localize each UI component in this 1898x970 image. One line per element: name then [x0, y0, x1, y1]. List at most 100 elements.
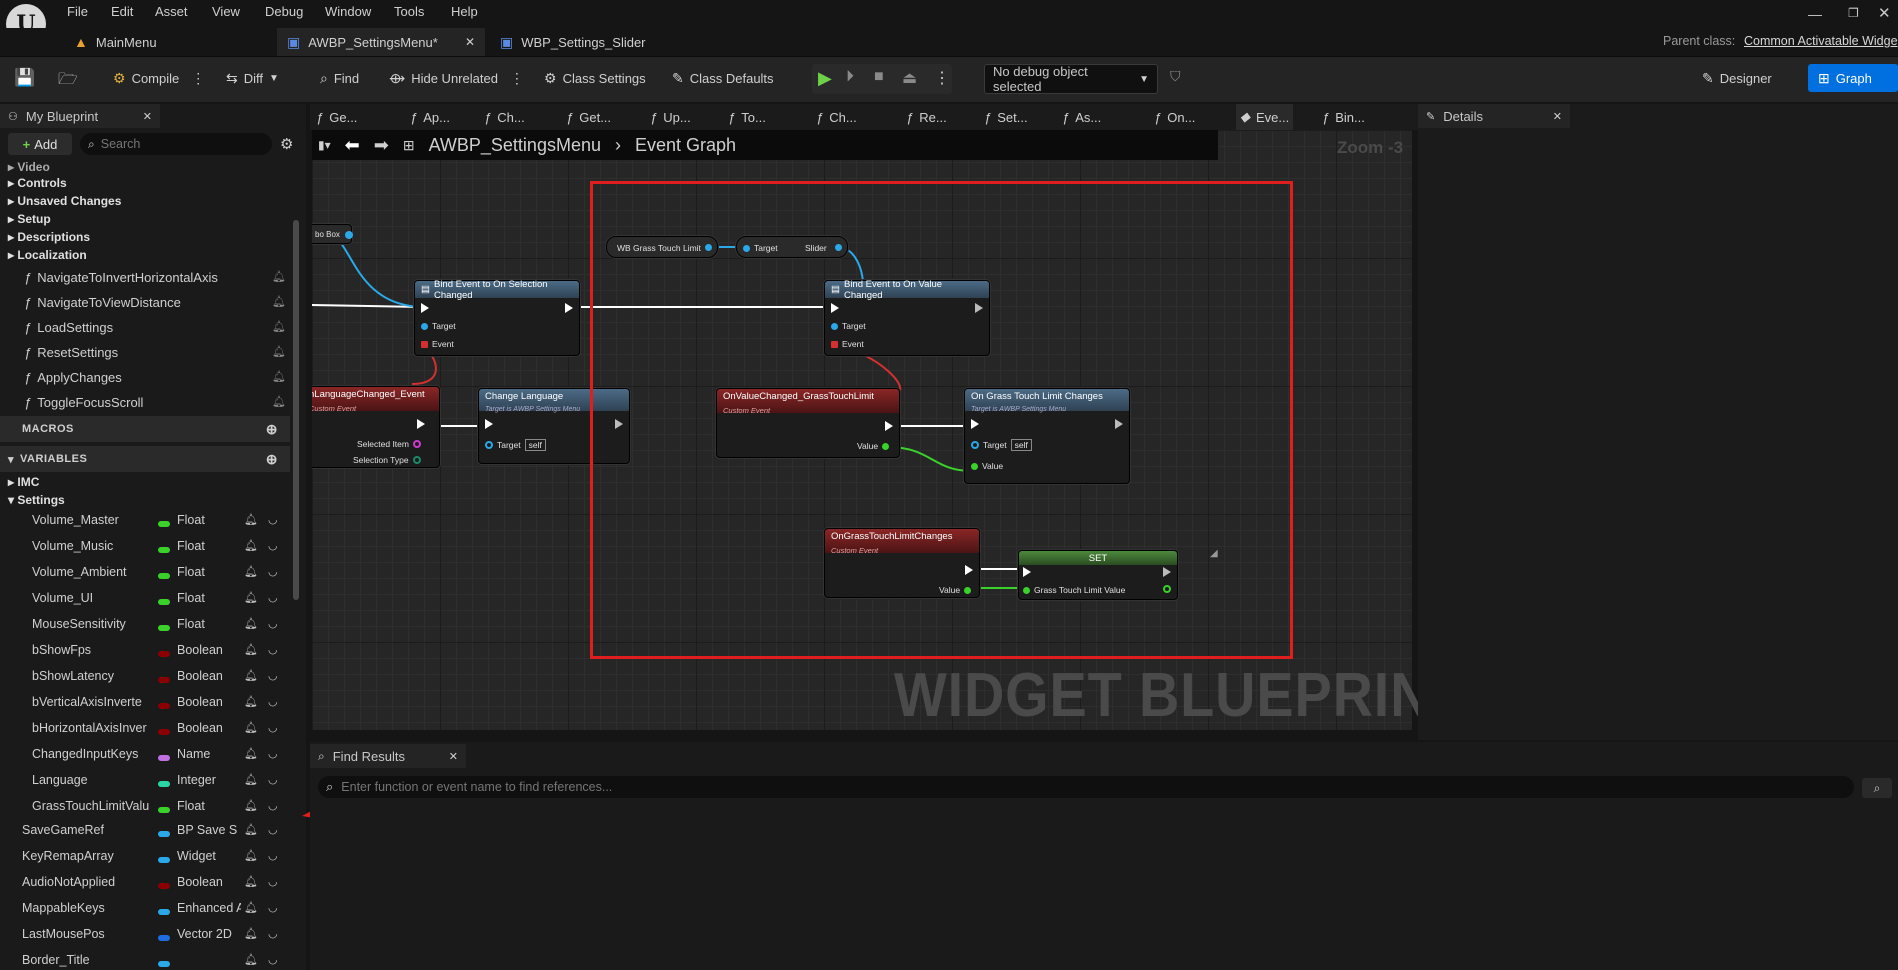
visibility-eye-icon[interactable]: ◡: [268, 875, 278, 888]
tab-wbp-settings-slider[interactable]: ▣ WBP_Settings_Slider: [490, 28, 656, 56]
class-defaults-button[interactable]: ✎ Class Defaults: [672, 64, 774, 92]
debug-object-select[interactable]: No debug object selected ▼: [984, 64, 1158, 94]
stop-icon[interactable]: ■: [874, 68, 884, 86]
close-tab-icon[interactable]: ✕: [465, 35, 475, 49]
visibility-eye-icon[interactable]: ◡: [268, 927, 278, 940]
replication-bell-icon[interactable]: 🔔︎: [244, 773, 258, 786]
variable-row[interactable]: Volume_UI Float 🔔︎ ◡: [0, 591, 290, 615]
variable-row[interactable]: bVerticalAxisInverte Boolean 🔔︎ ◡: [0, 695, 290, 719]
variable-type[interactable]: Float: [177, 617, 241, 631]
menu-tools[interactable]: Tools: [394, 4, 424, 19]
category-settings[interactable]: ▾ Settings: [8, 493, 65, 507]
bell-icon[interactable]: 🔔︎: [272, 320, 286, 333]
graph-tab[interactable]: ƒ Ch...: [812, 104, 861, 130]
hide-unrelated-options-icon[interactable]: ⋮: [510, 70, 524, 87]
visibility-eye-icon[interactable]: ◡: [268, 643, 278, 656]
find-references-input[interactable]: [341, 780, 1742, 794]
replication-bell-icon[interactable]: 🔔︎: [244, 591, 258, 604]
visibility-eye-icon[interactable]: ◡: [268, 591, 278, 604]
visibility-eye-icon[interactable]: ◡: [268, 773, 278, 786]
visibility-eye-icon[interactable]: ◡: [268, 539, 278, 552]
variable-type[interactable]: Boolean: [177, 695, 241, 709]
replication-bell-icon[interactable]: 🔔︎: [244, 747, 258, 760]
menu-help[interactable]: Help: [451, 4, 478, 19]
replication-bell-icon[interactable]: 🔔︎: [244, 849, 258, 862]
macros-section[interactable]: MACROS ⊕: [0, 416, 290, 442]
variable-row[interactable]: bShowLatency Boolean 🔔︎ ◡: [0, 669, 290, 693]
variable-type[interactable]: Boolean: [177, 643, 241, 657]
step-icon[interactable]: ⏵: [846, 68, 854, 86]
function-apply-changes[interactable]: ƒ ApplyChanges: [24, 370, 122, 385]
function-navigate-view-distance[interactable]: ƒ NavigateToViewDistance: [24, 295, 181, 310]
visibility-eye-icon[interactable]: ◡: [268, 823, 278, 836]
settings-gear-icon[interactable]: ⚙: [280, 135, 293, 153]
close-panel-icon[interactable]: ✕: [449, 750, 458, 763]
add-macro-icon[interactable]: ⊕: [266, 421, 278, 438]
replication-bell-icon[interactable]: 🔔︎: [244, 617, 258, 630]
variable-type[interactable]: Vector 2D: [177, 927, 241, 941]
visibility-eye-icon[interactable]: ◡: [268, 901, 278, 914]
variable-type[interactable]: Float: [177, 565, 241, 579]
graph-tab[interactable]: ƒ Bin...: [1318, 104, 1369, 130]
debug-filter-icon[interactable]: ⛉: [1170, 68, 1181, 85]
binoculars-icon[interactable]: ⌕: [1862, 778, 1892, 798]
replication-bell-icon[interactable]: 🔔︎: [244, 513, 258, 526]
graph-tab[interactable]: ƒ Ap...: [406, 104, 454, 130]
class-settings-button[interactable]: ⚙ Class Settings: [544, 64, 646, 92]
category-unsaved-changes[interactable]: ▸ Unsaved Changes: [8, 194, 121, 208]
compile-button[interactable]: ⚙ Compile ⋮: [113, 64, 205, 92]
close-panel-icon[interactable]: ✕: [143, 110, 152, 123]
variable-row[interactable]: bHorizontalAxisInver Boolean 🔔︎ ◡: [0, 721, 290, 745]
category-imc[interactable]: ▸ IMC: [8, 475, 39, 489]
menu-debug[interactable]: Debug: [265, 4, 303, 19]
close-panel-icon[interactable]: ✕: [1553, 110, 1562, 123]
menu-asset[interactable]: Asset: [155, 4, 188, 19]
variable-row[interactable]: ChangedInputKeys Name 🔔︎ ◡: [0, 747, 290, 771]
graph-button[interactable]: ⊞ Graph: [1808, 64, 1898, 92]
category-setup[interactable]: ▸ Setup: [8, 212, 51, 226]
pin-selected-item[interactable]: Selected Item: [357, 439, 421, 449]
variables-section[interactable]: ▾ VARIABLES ⊕: [0, 446, 290, 472]
search-input[interactable]: [100, 137, 251, 151]
graph-tab[interactable]: ƒ Re...: [902, 104, 951, 130]
replication-bell-icon[interactable]: 🔔︎: [244, 927, 258, 940]
replication-bell-icon[interactable]: 🔔︎: [244, 695, 258, 708]
visibility-eye-icon[interactable]: ◡: [268, 849, 278, 862]
pin-object-out[interactable]: [345, 231, 353, 239]
minimize-icon[interactable]: —: [1808, 6, 1822, 22]
function-navigate-invert-horizontal[interactable]: ƒ NavigateToInvertHorizontalAxis: [24, 270, 218, 285]
menu-edit[interactable]: Edit: [111, 4, 133, 19]
visibility-eye-icon[interactable]: ◡: [268, 669, 278, 682]
replication-bell-icon[interactable]: 🔔︎: [244, 953, 258, 966]
graph-tab[interactable]: ◆ Eve...: [1236, 104, 1294, 130]
replication-bell-icon[interactable]: 🔔︎: [244, 565, 258, 578]
resize-handle-icon[interactable]: ◢: [1210, 548, 1218, 559]
replication-bell-icon[interactable]: 🔔︎: [244, 539, 258, 552]
restore-icon[interactable]: ❐: [1848, 6, 1859, 20]
category-video[interactable]: ▸ Video: [8, 160, 50, 174]
function-toggle-focus-scroll[interactable]: ƒ ToggleFocusScroll: [24, 395, 143, 410]
variable-type[interactable]: Float: [177, 591, 241, 605]
bell-icon[interactable]: 🔔︎: [272, 295, 286, 308]
category-localization[interactable]: ▸ Localization: [8, 248, 87, 262]
tab-awbp-settingsmenu[interactable]: ▣ AWBP_SettingsMenu* ✕: [277, 28, 485, 56]
variable-row[interactable]: GrassTouchLimitValu Float 🔔︎ ◡: [0, 799, 290, 823]
variable-type[interactable]: BP Save S: [177, 823, 241, 837]
pin-default-value[interactable]: self: [524, 439, 546, 451]
bell-icon[interactable]: 🔔︎: [272, 370, 286, 383]
designer-button[interactable]: ✎ Designer: [1702, 64, 1772, 92]
variable-row[interactable]: SaveGameRef BP Save S 🔔︎ ◡: [0, 823, 290, 847]
add-button[interactable]: + Add: [8, 133, 72, 155]
diff-button[interactable]: ⇆ Diff ▼: [226, 64, 279, 92]
browse-icon[interactable]: 🗁: [58, 68, 78, 95]
variable-type[interactable]: Name: [177, 747, 241, 761]
graph-tab[interactable]: ƒ Set...: [980, 104, 1032, 130]
scrollbar-thumb[interactable]: [293, 220, 299, 600]
variable-row[interactable]: Language Integer 🔔︎ ◡: [0, 773, 290, 797]
variable-type[interactable]: Boolean: [177, 875, 241, 889]
search-field[interactable]: ⌕: [80, 133, 272, 155]
visibility-eye-icon[interactable]: ◡: [268, 513, 278, 526]
variable-type[interactable]: Float: [177, 799, 241, 813]
pin-exec-out[interactable]: [565, 303, 573, 313]
bell-icon[interactable]: 🔔︎: [272, 270, 286, 283]
